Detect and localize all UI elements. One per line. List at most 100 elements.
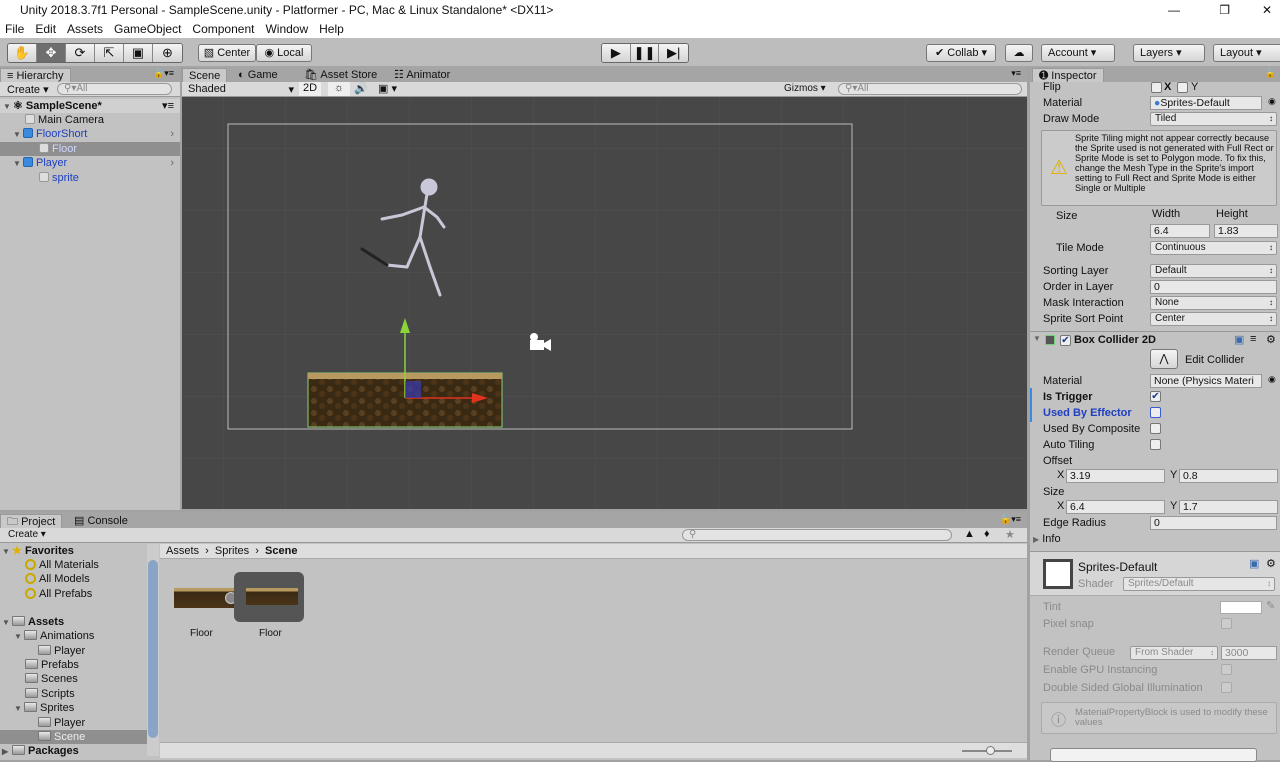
- project-search-input[interactable]: ⚲: [682, 529, 952, 541]
- menu-gameobject[interactable]: GameObject: [114, 22, 181, 36]
- favorite-star-icon[interactable]: ★: [1005, 528, 1015, 541]
- tint-color-swatch[interactable]: [1220, 601, 1262, 614]
- tree-item[interactable]: Scripts: [0, 687, 147, 701]
- lock-icon[interactable]: 🔒: [1265, 68, 1276, 79]
- scene-viewport[interactable]: [182, 97, 1027, 509]
- draw-mode-dropdown[interactable]: Tiled: [1150, 112, 1277, 126]
- menu-file[interactable]: File: [5, 22, 24, 36]
- move-tool-icon[interactable]: ✥: [37, 44, 66, 62]
- material-field[interactable]: ●Sprites-Default: [1150, 96, 1262, 110]
- tree-item[interactable]: ▼ Animations: [0, 629, 147, 643]
- tree-packages[interactable]: ▶ Packages: [0, 744, 147, 758]
- hand-tool-icon[interactable]: ✋: [8, 44, 37, 62]
- tile-mode-dropdown[interactable]: Continuous: [1150, 241, 1277, 255]
- transform-tool-icon[interactable]: ⊕: [153, 44, 182, 62]
- physics-material-field[interactable]: None (Physics Materi: [1150, 374, 1262, 388]
- scene-menu-icon[interactable]: ▾≡: [162, 99, 174, 113]
- hierarchy-search-input[interactable]: ⚲▾All: [57, 83, 172, 95]
- tree-item[interactable]: All Prefabs: [0, 587, 147, 601]
- filter-label-icon[interactable]: ♦: [984, 528, 990, 540]
- tree-item[interactable]: Prefabs: [0, 658, 147, 672]
- flip-x-checkbox[interactable]: [1151, 82, 1162, 93]
- pivot-local-button[interactable]: ◉ Local: [256, 44, 312, 62]
- used-by-effector-checkbox[interactable]: [1150, 407, 1161, 418]
- menu-window[interactable]: Window: [265, 22, 308, 36]
- panel-menu-icon[interactable]: ▾≡: [1011, 68, 1021, 79]
- order-in-layer-input[interactable]: 0: [1150, 280, 1277, 294]
- rotate-tool-icon[interactable]: ⟳: [66, 44, 95, 62]
- mask-interaction-dropdown[interactable]: None: [1150, 296, 1277, 310]
- render-queue-input[interactable]: 3000: [1221, 646, 1277, 660]
- tree-item[interactable]: Player: [0, 644, 147, 658]
- create-dropdown[interactable]: Create ▾: [8, 529, 46, 540]
- pause-icon[interactable]: ❚❚: [630, 44, 660, 62]
- scene-root[interactable]: ▼ ⚛ SampleScene* ▾≡: [0, 99, 180, 113]
- hierarchy-item[interactable]: sprite: [0, 171, 180, 185]
- lighting-icon[interactable]: ☼: [328, 82, 350, 96]
- size-y-input[interactable]: 1.7: [1179, 500, 1278, 514]
- minimize-button[interactable]: —: [1168, 0, 1180, 20]
- tab-console[interactable]: ▤ Console: [68, 514, 134, 528]
- shading-dropdown[interactable]: Shaded ▾: [188, 83, 294, 96]
- gear-icon[interactable]: ⚙: [1266, 333, 1276, 346]
- gear-icon[interactable]: ⚙: [1266, 557, 1276, 570]
- tree-assets[interactable]: ▼ Assets: [0, 615, 147, 629]
- lock-icon[interactable]: 🔒▾≡: [153, 68, 174, 79]
- tree-item[interactable]: All Models: [0, 572, 147, 586]
- zoom-slider-thumb[interactable]: [986, 746, 995, 755]
- double-sided-gi-checkbox[interactable]: [1221, 682, 1232, 693]
- breadcrumb-item[interactable]: Assets: [166, 545, 199, 557]
- eyedropper-icon[interactable]: ✎: [1266, 599, 1275, 612]
- hierarchy-item[interactable]: ▼ Player ›: [0, 156, 180, 170]
- breadcrumb-item[interactable]: Sprites: [215, 545, 249, 557]
- object-picker-icon[interactable]: ◉: [1268, 374, 1276, 385]
- tab-game[interactable]: ◐ Game: [232, 68, 284, 82]
- shader-dropdown[interactable]: Sprites/Default: [1123, 577, 1275, 591]
- pivot-center-button[interactable]: ▧ Center: [198, 44, 256, 62]
- chevron-right-icon[interactable]: ›: [170, 156, 174, 170]
- collab-button[interactable]: ✔ Collab ▾: [926, 44, 996, 62]
- menu-edit[interactable]: Edit: [35, 22, 56, 36]
- step-icon[interactable]: ▶|: [659, 44, 688, 62]
- gpu-instancing-checkbox[interactable]: [1221, 664, 1232, 675]
- layout-dropdown[interactable]: Layout ▾: [1213, 44, 1280, 62]
- help-icon[interactable]: ▣: [1234, 333, 1244, 346]
- effects-icon[interactable]: ▣ ▾: [378, 82, 397, 95]
- tab-asset-store[interactable]: 🛍 Asset Store: [298, 68, 383, 82]
- object-picker-icon[interactable]: ◉: [1268, 96, 1276, 107]
- info-foldout[interactable]: ▶ Info: [1033, 531, 1061, 547]
- menu-component[interactable]: Component: [192, 22, 254, 36]
- asset-tile-selected[interactable]: [234, 572, 304, 622]
- help-icon[interactable]: ▣: [1249, 557, 1259, 570]
- hierarchy-item-selected[interactable]: Floor: [0, 142, 180, 156]
- render-queue-dropdown[interactable]: From Shader: [1130, 646, 1218, 660]
- offset-x-input[interactable]: 3.19: [1066, 469, 1165, 483]
- menu-assets[interactable]: Assets: [67, 22, 103, 36]
- hierarchy-item[interactable]: Main Camera: [0, 113, 180, 127]
- tree-favorites[interactable]: ▼ ★ Favorites: [0, 544, 147, 558]
- offset-y-input[interactable]: 0.8: [1179, 469, 1278, 483]
- tab-project[interactable]: 🗀 Project: [0, 514, 63, 528]
- box-collider-header[interactable]: ▼ ✔ Box Collider 2D ▣ ≡ ⚙: [1030, 331, 1280, 349]
- auto-tiling-checkbox[interactable]: [1150, 439, 1161, 450]
- audio-icon[interactable]: 🔊: [354, 82, 368, 95]
- scrollbar-thumb[interactable]: [148, 560, 158, 738]
- preset-icon[interactable]: ≡: [1250, 333, 1256, 345]
- chevron-right-icon[interactable]: ›: [170, 127, 174, 141]
- create-dropdown[interactable]: Create ▾: [7, 83, 49, 96]
- size-x-input[interactable]: 6.4: [1066, 500, 1165, 514]
- tree-item[interactable]: Player: [0, 716, 147, 730]
- tree-scrollbar[interactable]: [147, 544, 159, 756]
- cloud-icon[interactable]: ☁: [1005, 44, 1033, 62]
- sprite-sort-point-dropdown[interactable]: Center: [1150, 312, 1277, 326]
- scale-tool-icon[interactable]: ⇱: [95, 44, 124, 62]
- xy-plane-handle[interactable]: [405, 381, 421, 398]
- menu-help[interactable]: Help: [319, 22, 344, 36]
- pixel-snap-checkbox[interactable]: [1221, 618, 1232, 629]
- layers-dropdown[interactable]: Layers ▾: [1133, 44, 1205, 62]
- edge-radius-input[interactable]: 0: [1150, 516, 1277, 530]
- play-icon[interactable]: ▶: [602, 44, 631, 62]
- account-dropdown[interactable]: Account ▾: [1041, 44, 1115, 62]
- maximize-button[interactable]: ❐: [1219, 0, 1230, 20]
- component-enabled-checkbox[interactable]: ✔: [1060, 335, 1071, 346]
